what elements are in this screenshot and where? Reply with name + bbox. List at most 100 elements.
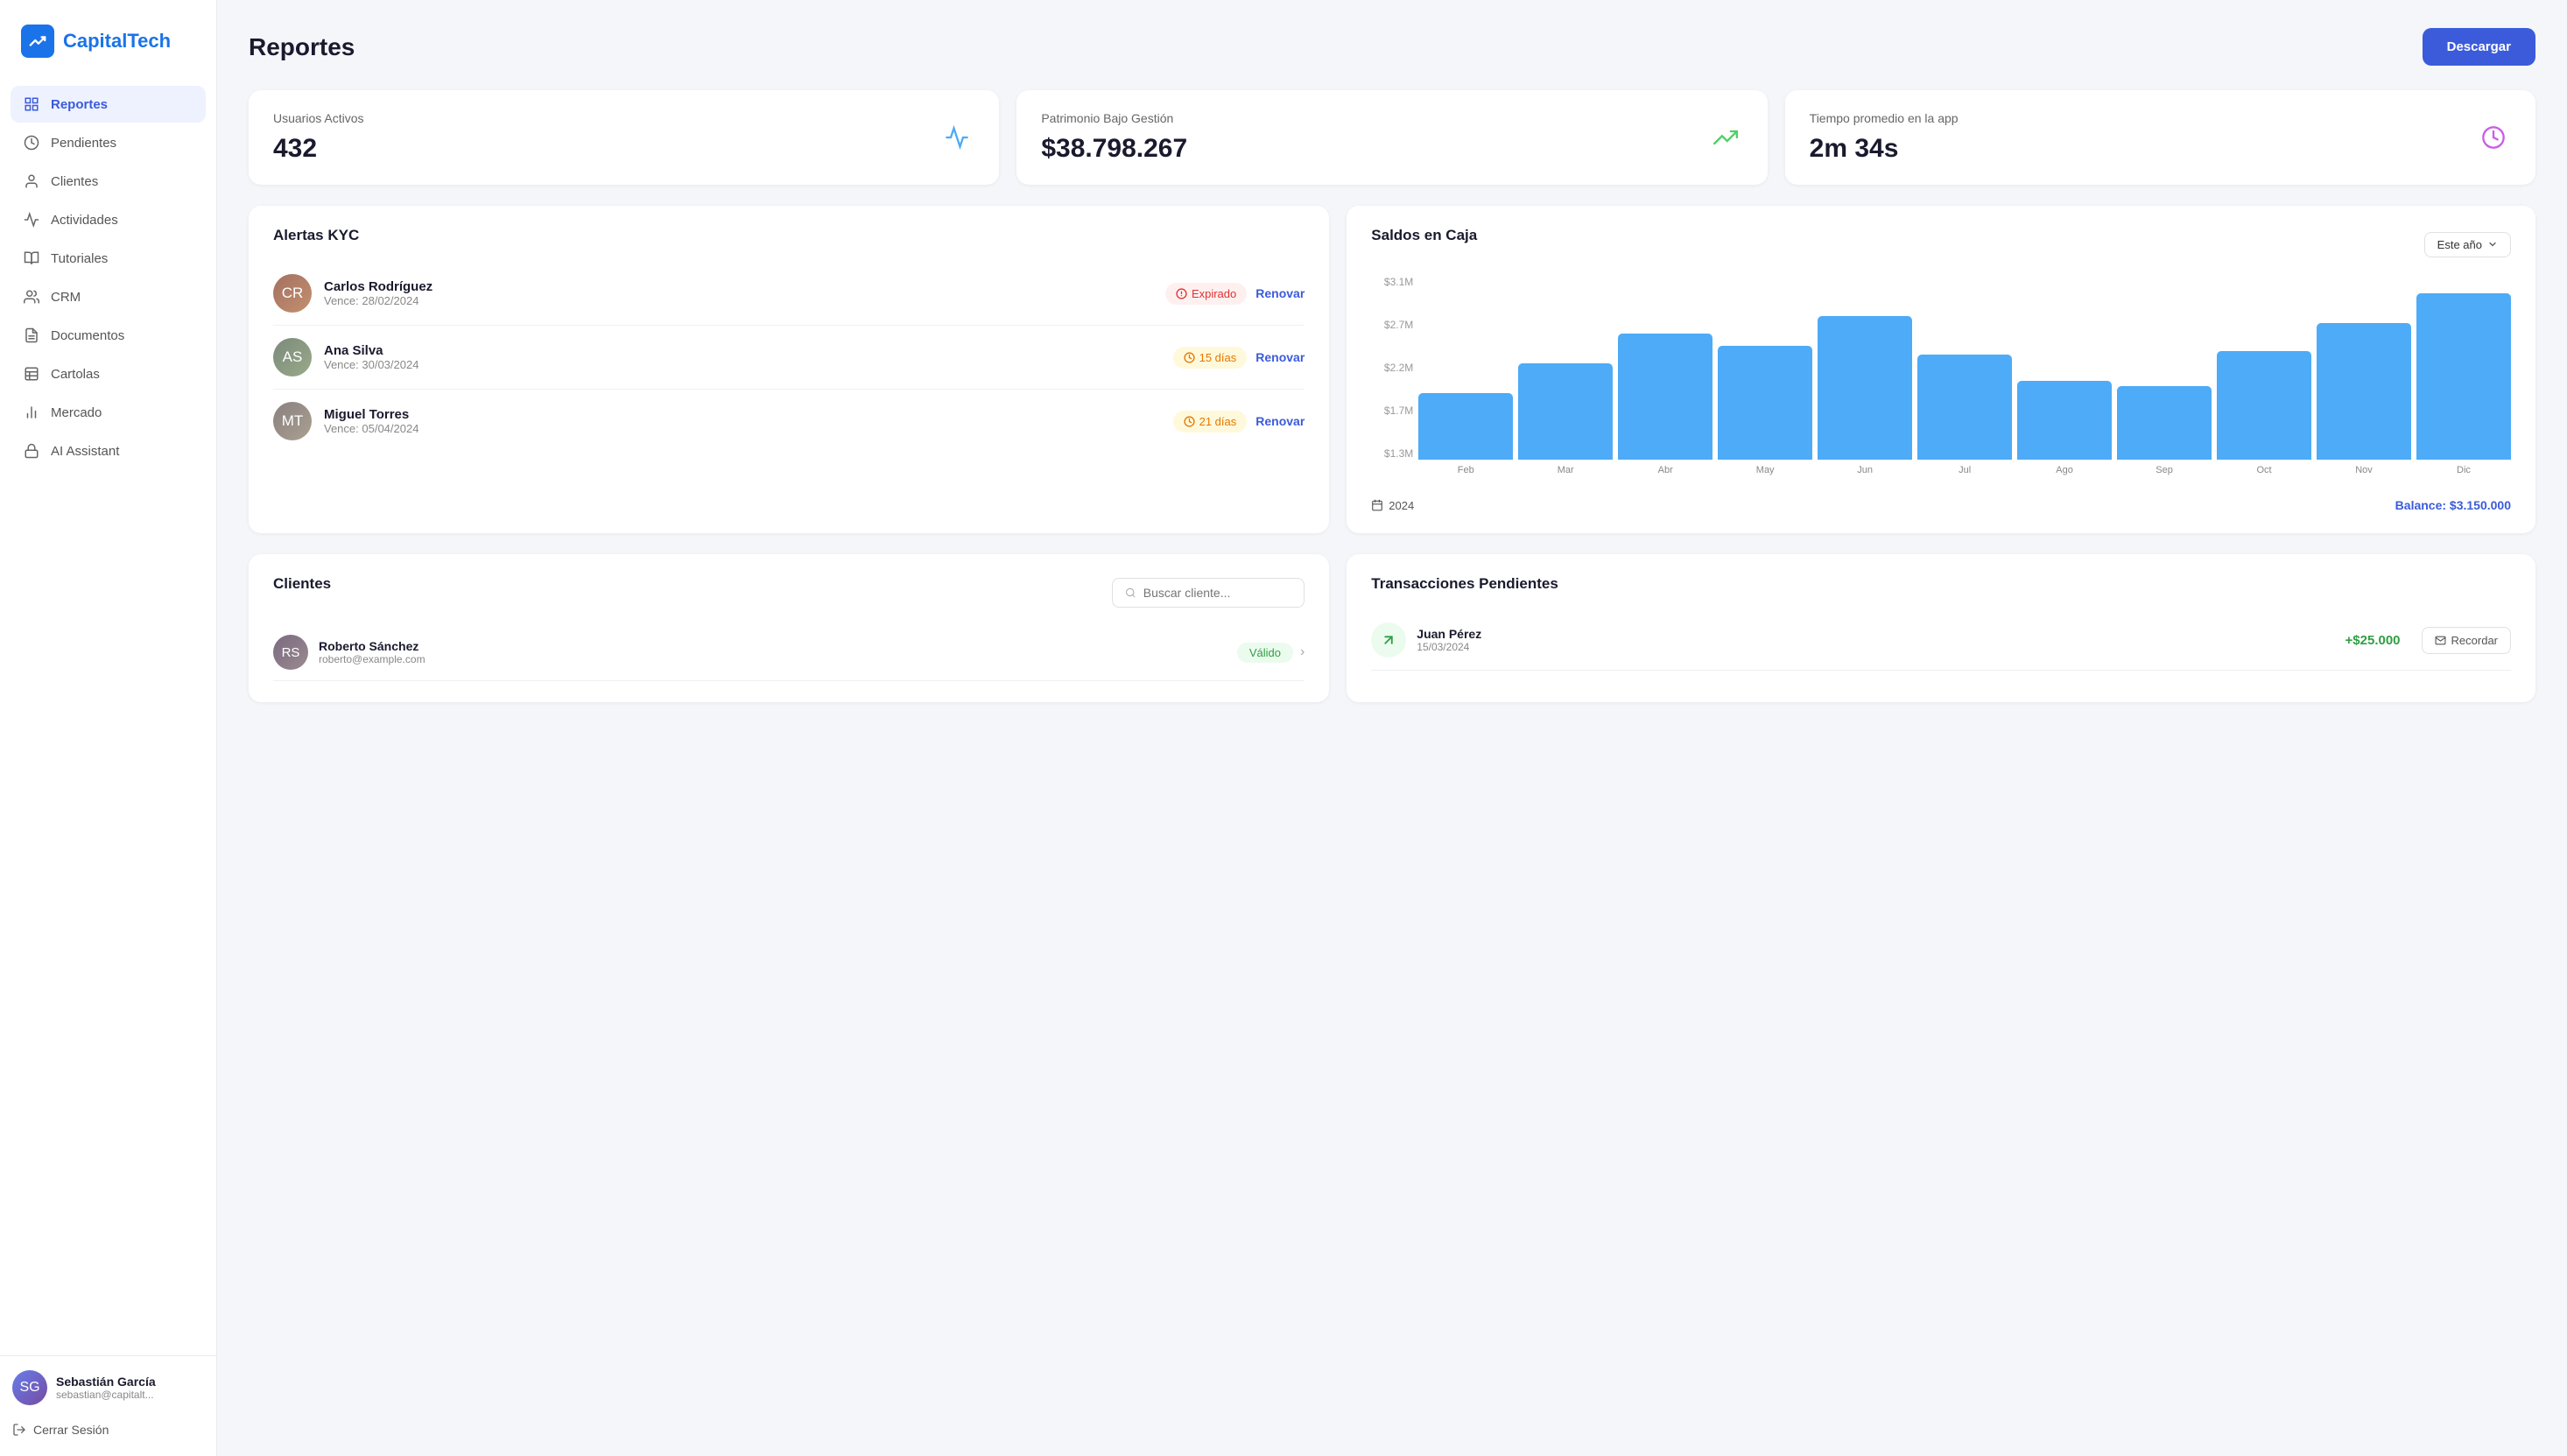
chart-area: $3.1M $2.7M $2.2M $1.7M $1.3M FebMarAbrM… [1371, 276, 2511, 486]
kyc-date: Vence: 05/04/2024 [324, 422, 1161, 435]
kyc-avatar: AS [273, 338, 312, 376]
kyc-name: Miguel Torres [324, 407, 1161, 422]
actividades-icon [23, 211, 40, 229]
chart-bar-col [2416, 293, 2511, 460]
chart-x-labels: FebMarAbrMayJunJulAgoSepOctNovDic [1418, 465, 2511, 486]
sidebar-item-cartolas[interactable]: Cartolas [11, 355, 206, 392]
chart-bar-col [2117, 386, 2212, 460]
chart-x-month-label: May [1718, 465, 1812, 486]
stat-icon-usuarios [939, 120, 974, 155]
tx-name: Juan Pérez [1417, 627, 1481, 641]
logout-label: Cerrar Sesión [33, 1423, 109, 1437]
chart-bar [1818, 316, 1912, 460]
page-title: Reportes [249, 33, 355, 61]
chart-bar [1618, 334, 1713, 460]
chart-bars [1418, 276, 2511, 460]
sidebar-item-clientes[interactable]: Clientes [11, 163, 206, 200]
mercado-icon [23, 404, 40, 421]
chart-bar [2217, 351, 2311, 460]
chart-x-month-label: Feb [1418, 465, 1513, 486]
user-email: sebastian@capitalt... [56, 1389, 156, 1401]
kyc-date: Vence: 30/03/2024 [324, 358, 1161, 371]
kyc-item: AS Ana Silva Vence: 30/03/2024 15 días R… [273, 326, 1305, 390]
period-dropdown[interactable]: Este año [2424, 232, 2511, 257]
page-header: Reportes Descargar [249, 28, 2535, 66]
sidebar-item-ai[interactable]: AI Assistant [11, 433, 206, 469]
chart-bar-col [2317, 323, 2411, 460]
chart-x-month-label: Dic [2416, 465, 2511, 486]
transaction-item: Juan Pérez 15/03/2024 +$25.000 Recordar [1371, 610, 2511, 671]
chart-bar-col [1618, 334, 1713, 460]
kyc-avatar: CR [273, 274, 312, 313]
sidebar-item-label: Pendientes [51, 136, 116, 151]
kyc-renew-link[interactable]: Renovar [1255, 414, 1305, 428]
sidebar-item-crm[interactable]: CRM [11, 278, 206, 315]
chart-bar [2017, 381, 2112, 460]
kyc-status-badge: 21 días [1173, 411, 1248, 433]
stat-card-usuarios: Usuarios Activos 432 [249, 90, 999, 185]
stat-value: $38.798.267 [1041, 134, 1187, 164]
client-avatar: RS [273, 635, 308, 670]
kyc-renew-link[interactable]: Renovar [1255, 286, 1305, 300]
sidebar-item-label: Mercado [51, 405, 102, 420]
sidebar-item-label: CRM [51, 290, 81, 305]
stat-label: Tiempo promedio en la app [1810, 111, 1959, 125]
sidebar-item-pendientes[interactable]: Pendientes [11, 124, 206, 161]
sidebar-item-actividades[interactable]: Actividades [11, 201, 206, 238]
kyc-renew-link[interactable]: Renovar [1255, 350, 1305, 364]
recordar-button[interactable]: Recordar [2422, 627, 2511, 654]
kyc-item: MT Miguel Torres Vence: 05/04/2024 21 dí… [273, 390, 1305, 453]
chart-x-month-label: Sep [2117, 465, 2212, 486]
chart-bar-col [1718, 346, 1812, 460]
client-email: roberto@example.com [319, 653, 425, 665]
chart-bar [1418, 393, 1513, 460]
chart-bar-col [1418, 393, 1513, 460]
sidebar-item-documentos[interactable]: Documentos [11, 317, 206, 354]
chart-bar-col [2217, 351, 2311, 460]
logout-button[interactable]: Cerrar Sesión [12, 1417, 204, 1442]
chart-bar-col [1818, 316, 1912, 460]
chart-bar [1718, 346, 1812, 460]
client-item: RS Roberto Sánchez roberto@example.com V… [273, 624, 1305, 681]
search-box[interactable] [1112, 578, 1305, 608]
chart-year: 2024 [1389, 499, 1414, 512]
sidebar-item-mercado[interactable]: Mercado [11, 394, 206, 431]
chart-bar-col [1518, 363, 1613, 460]
main-nav: Reportes Pendientes Clientes [0, 79, 216, 1355]
tx-amount: +$25.000 [2345, 633, 2401, 648]
chart-y-labels: $3.1M $2.7M $2.2M $1.7M $1.3M [1371, 276, 1413, 460]
user-info: SG Sebastián García sebastian@capitalt..… [12, 1370, 204, 1405]
search-input[interactable] [1143, 586, 1292, 600]
chart-title: Saldos en Caja [1371, 227, 1477, 244]
chart-bar [1518, 363, 1613, 460]
sidebar-footer: SG Sebastián García sebastian@capitalt..… [0, 1355, 216, 1456]
chart-balance: Balance: $3.150.000 [2395, 498, 2511, 512]
sidebar-item-reportes[interactable]: Reportes [11, 86, 206, 123]
kyc-status-badge: 15 días [1173, 347, 1248, 369]
transactions-card: Transacciones Pendientes Juan Pérez 15/0… [1347, 554, 2535, 702]
sidebar-item-tutoriales[interactable]: Tutoriales [11, 240, 206, 277]
kyc-status-badge: Expirado [1165, 283, 1247, 305]
kyc-avatar: MT [273, 402, 312, 440]
stat-label: Usuarios Activos [273, 111, 363, 125]
logo-icon [21, 25, 54, 58]
search-icon [1125, 587, 1136, 599]
stats-row: Usuarios Activos 432 Patrimonio Bajo Ges… [249, 90, 2535, 185]
chart-x-month-label: Abr [1618, 465, 1713, 486]
client-status-badge: Válido [1237, 643, 1293, 663]
kyc-date: Vence: 28/02/2024 [324, 294, 1153, 307]
sidebar: CapitalTech Reportes Pendientes [0, 0, 217, 1456]
download-button[interactable]: Descargar [2423, 28, 2535, 66]
chart-bar-col [1917, 355, 2012, 460]
chart-bar [1917, 355, 2012, 460]
stat-icon-tiempo [2476, 120, 2511, 155]
clients-card: Clientes RS Roberto Sánchez roberto@exam… [249, 554, 1329, 702]
stat-card-patrimonio: Patrimonio Bajo Gestión $38.798.267 [1016, 90, 1767, 185]
chart-bar [2317, 323, 2411, 460]
cartolas-icon [23, 365, 40, 383]
sidebar-item-label: Cartolas [51, 367, 100, 382]
sidebar-item-label: Reportes [51, 97, 108, 112]
client-name: Roberto Sánchez [319, 639, 425, 653]
chevron-right-icon: › [1300, 644, 1305, 660]
stat-value: 432 [273, 134, 363, 164]
